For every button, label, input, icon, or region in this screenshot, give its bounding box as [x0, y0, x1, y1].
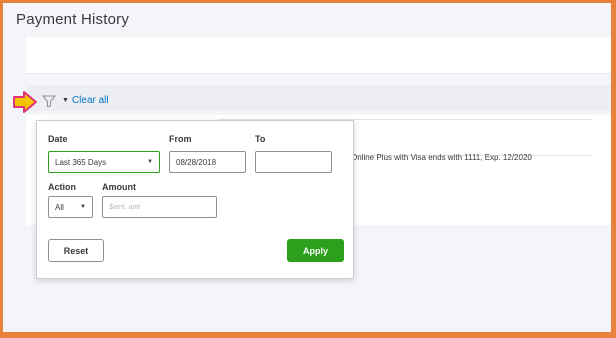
table-row: Online Plus with Visa ends with 1111, Ex…	[351, 153, 532, 162]
chevron-down-icon: ▼	[80, 204, 86, 210]
date-range-select[interactable]: Last 365 Days ▼	[48, 151, 160, 173]
action-select[interactable]: All ▼	[48, 196, 93, 218]
date-range-value: Last 365 Days	[55, 157, 107, 167]
date-label: Date	[48, 134, 68, 144]
to-date-field[interactable]	[255, 151, 332, 173]
page-title: Payment History	[16, 11, 130, 28]
amount-label: Amount	[102, 182, 136, 192]
filter-popover: Date From To Last 365 Days ▼ 08/28/2018 …	[36, 120, 354, 279]
clear-all-link[interactable]: ▼ Clear all	[62, 95, 109, 106]
clear-all-label: Clear all	[71, 95, 109, 106]
arrow-pointer-icon	[13, 91, 37, 113]
amount-placeholder: $amt, amt	[109, 203, 141, 211]
from-label: From	[169, 134, 192, 144]
summary-panel	[26, 37, 611, 74]
chevron-down-icon: ▼	[147, 159, 153, 165]
amount-input[interactable]: $amt, amt	[102, 196, 217, 218]
filter-bar	[26, 85, 611, 111]
to-label: To	[255, 134, 266, 144]
payment-history-page: Payment History ▼ Clear all Online Plus …	[3, 3, 611, 332]
filter-icon[interactable]	[42, 94, 56, 108]
from-date-value: 08/28/2018	[176, 157, 217, 167]
apply-button[interactable]: Apply	[287, 239, 344, 262]
from-date-field[interactable]: 08/28/2018	[169, 151, 246, 173]
action-label: Action	[48, 182, 76, 192]
action-value: All	[55, 202, 64, 212]
caret-down-icon: ▼	[62, 97, 69, 104]
reset-button[interactable]: Reset	[48, 239, 104, 262]
